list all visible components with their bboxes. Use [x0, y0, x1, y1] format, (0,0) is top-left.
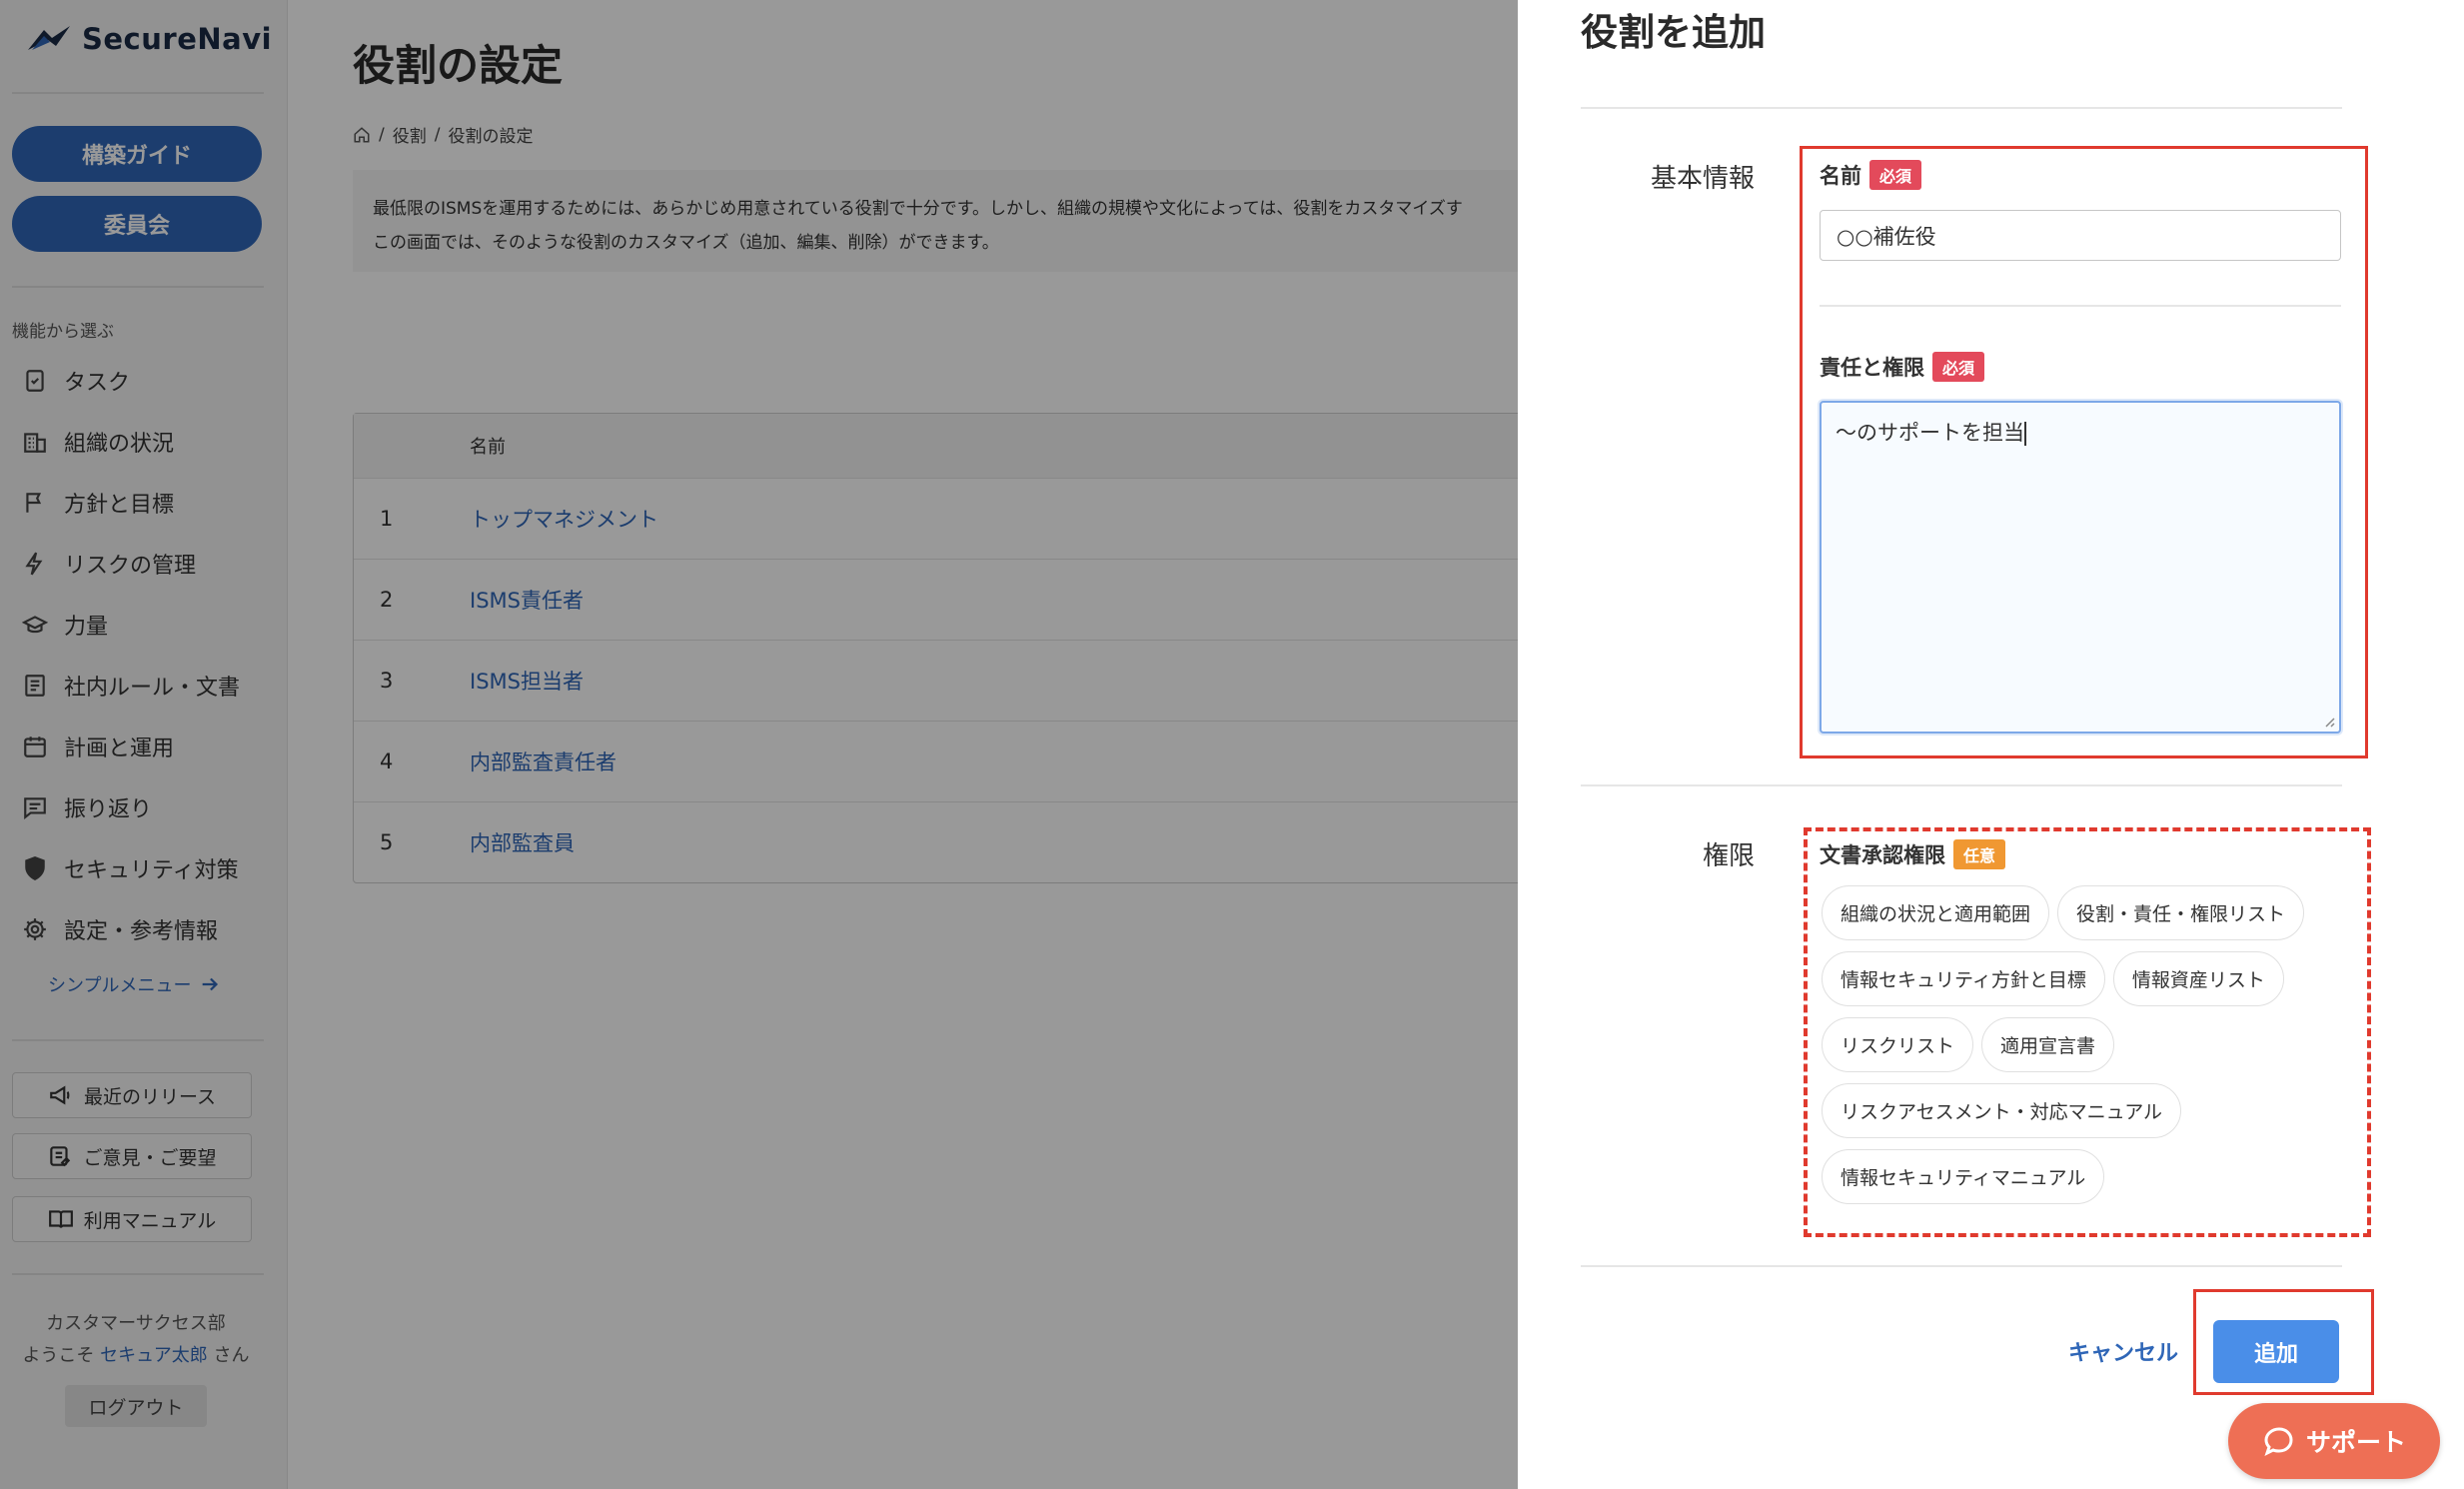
basic-info-section-label: 基本情報 — [1651, 164, 1756, 194]
chip-option[interactable]: 適用宣言書 — [1981, 1017, 2115, 1072]
name-field-label: 名前 必須 — [1820, 160, 1922, 190]
chip-option[interactable]: 組織の状況と適用範囲 — [1822, 885, 2050, 940]
approval-label-text: 文書承認権限 — [1820, 843, 1945, 867]
responsibility-label-text: 責任と権限 — [1820, 356, 1924, 380]
responsibility-field-label: 責任と権限 必須 — [1820, 352, 1985, 382]
resize-handle-icon[interactable] — [2321, 714, 2335, 728]
chip-row: 情報セキュリティマニュアル — [1822, 1149, 2341, 1204]
optional-badge: 任意 — [1953, 839, 2006, 869]
chip-option[interactable]: 情報資産リスト — [2112, 951, 2284, 1006]
chip-row: リスクリスト 適用宣言書 — [1822, 1017, 2341, 1072]
divider — [1581, 107, 2342, 109]
divider — [1820, 305, 2341, 307]
name-input[interactable]: ○○補佐役 — [1820, 210, 2341, 261]
responsibility-value: 〜のサポートを担当 — [1836, 421, 2024, 445]
chip-option[interactable]: リスクリスト — [1822, 1017, 1974, 1072]
required-badge: 必須 — [1932, 352, 1985, 382]
required-badge: 必須 — [1869, 160, 1922, 190]
divider — [1581, 1265, 2342, 1267]
chip-option[interactable]: 情報セキュリティ方針と目標 — [1822, 951, 2105, 1006]
drawer-title: 役割を追加 — [1581, 11, 1766, 54]
cancel-button[interactable]: キャンセル — [2068, 1335, 2178, 1367]
name-input-value: ○○補佐役 — [1837, 224, 1936, 249]
chip-option[interactable]: 役割・責任・権限リスト — [2057, 885, 2305, 940]
divider — [1581, 784, 2342, 786]
chip-row: 情報セキュリティ方針と目標 情報資産リスト — [1822, 951, 2341, 1006]
support-button[interactable]: サポート — [2228, 1403, 2440, 1479]
name-label-text: 名前 — [1820, 164, 1861, 188]
approval-field-label: 文書承認権限 任意 — [1820, 839, 2006, 869]
add-button[interactable]: 追加 — [2213, 1320, 2339, 1383]
chip-row: リスクアセスメント・対応マニュアル — [1822, 1083, 2341, 1138]
responsibility-textarea[interactable]: 〜のサポートを担当 — [1820, 401, 2341, 734]
support-label: サポート — [2305, 1428, 2406, 1457]
chip-row: 組織の状況と適用範囲 役割・責任・権限リスト — [1822, 885, 2341, 940]
chip-option[interactable]: 情報セキュリティマニュアル — [1822, 1149, 2105, 1204]
approval-chip-list: 組織の状況と適用範囲 役割・責任・権限リスト 情報セキュリティ方針と目標 情報資… — [1822, 885, 2341, 1215]
chat-bubble-icon — [2264, 1427, 2293, 1456]
permission-section-label: 権限 — [1703, 841, 1756, 871]
text-caret — [2024, 422, 2026, 446]
modal-backdrop[interactable] — [0, 0, 1518, 1489]
chip-option[interactable]: リスクアセスメント・対応マニュアル — [1822, 1083, 2182, 1138]
